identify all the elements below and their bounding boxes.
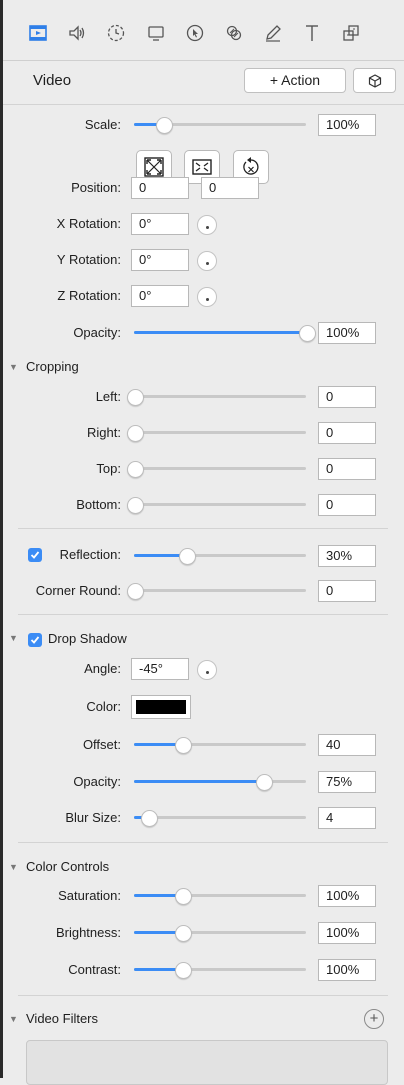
brightness-label: Brightness: <box>55 925 121 940</box>
cropping-section-title[interactable]: Cropping <box>26 359 79 374</box>
angle-field[interactable]: -45° <box>131 658 189 680</box>
y-rotation-label: Y Rotation: <box>56 252 121 267</box>
crop-right-label: Right: <box>87 425 121 440</box>
y-rotation-dial[interactable] <box>197 251 217 271</box>
drop-shadow-section-title[interactable]: Drop Shadow <box>48 631 127 646</box>
plus-circle-icon[interactable]: + <box>364 1009 384 1029</box>
z-rotation-field[interactable]: 0° <box>131 285 189 307</box>
corner-round-slider[interactable] <box>127 583 306 600</box>
contrast-field[interactable]: 100% <box>318 959 376 981</box>
scale-label: Scale: <box>84 117 121 132</box>
effects-icon[interactable] <box>223 22 245 44</box>
angle-dial[interactable] <box>197 660 217 680</box>
crop-top-field[interactable]: 0 <box>318 458 376 480</box>
shadow-color-swatch <box>136 700 186 714</box>
layout-icon[interactable] <box>340 22 362 44</box>
crop-bottom-label: Bottom: <box>76 497 121 512</box>
timing-icon[interactable] <box>105 22 127 44</box>
crop-right-field[interactable]: 0 <box>318 422 376 444</box>
video-filters-section-title[interactable]: Video Filters <box>26 1011 98 1026</box>
shadow-opacity-label: Opacity: <box>73 774 121 789</box>
corner-round-field[interactable]: 0 <box>318 580 376 602</box>
corner-round-label: Corner Round: <box>35 583 121 598</box>
brightness-field[interactable]: 100% <box>318 922 376 944</box>
contrast-label: Contrast: <box>68 962 121 977</box>
scale-field[interactable]: 100% <box>318 114 376 136</box>
saturation-label: Saturation: <box>58 888 121 903</box>
text-icon[interactable] <box>301 22 323 44</box>
crop-top-slider[interactable] <box>127 461 306 478</box>
crop-top-label: Top: <box>96 461 121 476</box>
video-filters-disclosure-icon[interactable]: ▼ <box>9 1014 18 1024</box>
screen-icon[interactable] <box>145 22 167 44</box>
crop-left-slider[interactable] <box>127 389 306 406</box>
color-controls-disclosure-icon[interactable]: ▼ <box>9 862 18 872</box>
cube-icon <box>368 73 381 88</box>
angle-label: Angle: <box>84 661 121 676</box>
brightness-slider[interactable] <box>134 925 306 942</box>
video-filters-list[interactable] <box>26 1040 388 1085</box>
audio-icon[interactable] <box>66 22 88 44</box>
reflection-field[interactable]: 30% <box>318 545 376 567</box>
shadow-offset-slider[interactable] <box>134 737 306 754</box>
panel-title: Video <box>33 72 72 89</box>
shadow-color-well[interactable] <box>131 695 191 719</box>
opacity-slider[interactable] <box>134 325 316 342</box>
blur-size-field[interactable]: 4 <box>318 807 376 829</box>
window-edge <box>0 0 3 1078</box>
divider <box>18 528 388 529</box>
cropping-disclosure-icon[interactable]: ▼ <box>9 362 18 372</box>
divider <box>18 995 388 996</box>
x-rotation-label: X Rotation: <box>56 216 121 231</box>
add-action-button[interactable]: + Action <box>244 68 346 93</box>
cursor-icon[interactable] <box>184 22 206 44</box>
shadow-color-label: Color: <box>86 699 121 714</box>
crop-left-label: Left: <box>95 389 121 404</box>
position-x-field[interactable]: 0 <box>131 177 189 199</box>
fit-icon <box>144 157 164 177</box>
shadow-opacity-slider[interactable] <box>134 774 306 791</box>
checkmark-icon <box>30 636 40 644</box>
reflection-slider[interactable] <box>134 548 306 565</box>
z-rotation-label: Z Rotation: <box>57 288 121 303</box>
shadow-offset-field[interactable]: 40 <box>318 734 376 756</box>
blur-size-slider[interactable] <box>134 810 306 827</box>
opacity-label: Opacity: <box>73 325 121 340</box>
crop-left-field[interactable]: 0 <box>318 386 376 408</box>
reflection-label: Reflection: <box>59 547 121 562</box>
position-label: Position: <box>71 180 121 195</box>
saturation-slider[interactable] <box>134 888 306 905</box>
z-rotation-dial[interactable] <box>197 287 217 307</box>
crop-bottom-field[interactable]: 0 <box>318 494 376 516</box>
annotation-icon[interactable] <box>262 22 284 44</box>
color-controls-section-title[interactable]: Color Controls <box>26 859 109 874</box>
x-rotation-field[interactable]: 0° <box>131 213 189 235</box>
divider <box>18 842 388 843</box>
scale-slider[interactable] <box>134 117 306 134</box>
reset-icon <box>243 157 259 175</box>
x-rotation-dial[interactable] <box>197 215 217 235</box>
blur-size-label: Blur Size: <box>65 810 121 825</box>
shadow-opacity-field[interactable]: 75% <box>318 771 376 793</box>
position-y-field[interactable]: 0 <box>201 177 259 199</box>
drop-shadow-disclosure-icon[interactable]: ▼ <box>9 633 18 643</box>
contrast-slider[interactable] <box>134 962 306 979</box>
crop-right-slider[interactable] <box>127 425 306 442</box>
fill-icon <box>192 159 212 175</box>
header-divider <box>3 104 404 105</box>
y-rotation-field[interactable]: 0° <box>131 249 189 271</box>
crop-bottom-slider[interactable] <box>127 497 306 514</box>
cube-button[interactable] <box>353 68 396 93</box>
saturation-field[interactable]: 100% <box>318 885 376 907</box>
opacity-field[interactable]: 100% <box>318 322 376 344</box>
video-icon[interactable] <box>27 22 49 44</box>
drop-shadow-checkbox[interactable] <box>28 633 42 647</box>
inspector-toolbar <box>3 0 404 61</box>
shadow-offset-label: Offset: <box>82 737 121 752</box>
divider <box>18 614 388 615</box>
